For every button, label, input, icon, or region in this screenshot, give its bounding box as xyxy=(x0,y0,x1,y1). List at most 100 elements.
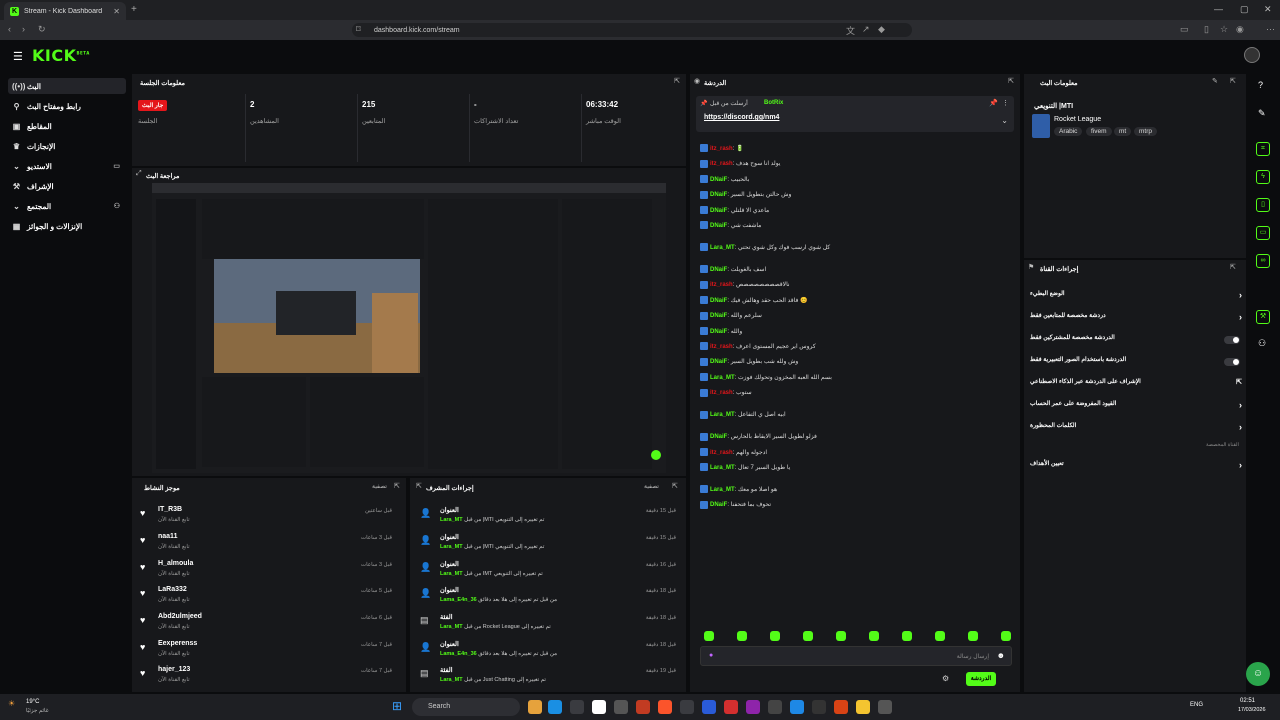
chat-username[interactable]: itz_rash xyxy=(710,161,733,167)
emote-icon[interactable] xyxy=(902,631,912,641)
list-item[interactable]: 👤 العنوان Lama_E4n_36 من قبل تم تغييره إ… xyxy=(416,584,680,610)
emote-icon[interactable] xyxy=(737,631,747,641)
chat-message[interactable]: itz_rash: يولد انا سوح هدف xyxy=(700,159,1006,169)
filter-button[interactable]: تصفية xyxy=(372,483,387,490)
edit-icon[interactable]: ✎ xyxy=(1212,77,1218,85)
app-icon[interactable] xyxy=(702,700,716,714)
chat-message[interactable]: itz_rash: نالاقصصصصصصصص xyxy=(700,280,1006,290)
chat-message[interactable]: Lara_MT: كل شوي ارسب فوك وكل شوي تحتي xyxy=(700,243,1006,253)
banned-words-row[interactable]: الكلمات المحظورة › xyxy=(1030,422,1244,436)
chat-username[interactable]: itz_rash xyxy=(710,390,733,396)
emote-icon[interactable] xyxy=(1001,631,1011,641)
chat-message[interactable]: DNaiF: ماشفت شي xyxy=(700,221,1006,231)
pinned-message[interactable]: 📌 أرسلت من قبل BotRix https://discord.gg… xyxy=(696,96,1014,132)
kick-logo[interactable]: KICKBETA xyxy=(32,46,90,65)
obs-icon[interactable] xyxy=(768,700,782,714)
popout-icon[interactable]: ⇱ xyxy=(672,482,678,490)
sidebar-item-drops[interactable]: ▦ الإنزالات و الجوائز xyxy=(8,218,126,234)
app-icon[interactable] xyxy=(636,700,650,714)
chat-message[interactable]: DNaiF: سلرعم والله xyxy=(700,311,1006,321)
app-icon[interactable] xyxy=(592,700,606,714)
edge-browser-icon[interactable] xyxy=(548,700,562,714)
emote-icon[interactable] xyxy=(836,631,846,641)
chat-message[interactable]: DNaiF: ماعدي الا قلتلي xyxy=(700,206,1006,216)
chat-message[interactable]: itz_rash: ادجوله والهم xyxy=(700,448,1006,458)
list-item[interactable]: 👤 العنوان Lama_E4n_36 من قبل تم تغييره إ… xyxy=(416,638,680,664)
lightning-icon[interactable]: ϟ xyxy=(1256,170,1270,184)
sidebar-toggle-icon[interactable]: ▯ xyxy=(1204,24,1209,35)
extension-icon[interactable]: ◆ xyxy=(878,24,885,35)
chat-username[interactable]: Lara_MT xyxy=(710,487,735,493)
popout-icon[interactable]: ⇱ xyxy=(394,482,400,490)
chat-username[interactable]: itz_rash xyxy=(710,450,733,456)
wrench-icon[interactable]: ⚒ xyxy=(1256,310,1270,324)
chat-username[interactable]: Lara_MT xyxy=(710,412,735,418)
chat-username[interactable]: DNaiF xyxy=(710,313,727,319)
bookmark-icon[interactable]: ⌑ xyxy=(356,24,361,35)
popout-icon[interactable]: ⇱ xyxy=(1230,77,1236,85)
popout-icon[interactable]: ⇱ xyxy=(1008,77,1014,85)
chat-username[interactable]: Lara_MT xyxy=(710,245,735,251)
forward-icon[interactable]: › xyxy=(22,24,25,34)
sidebar-item-stream-key[interactable]: ⚲ رابط ومفتاح البث xyxy=(8,98,126,114)
sidebar-item-clips[interactable]: ▣ المقاطع xyxy=(8,118,126,134)
chat-message[interactable]: itz_rash: كروس اير عجيم المستوى اعرف xyxy=(700,342,1006,352)
pinned-link[interactable]: https://discord.gg/nm4 xyxy=(704,114,779,121)
windows-start-icon[interactable]: ⊞ xyxy=(392,699,402,713)
emote-icon[interactable] xyxy=(770,631,780,641)
chat-message[interactable]: DNaiF: فزلو لطويل السير الايقاظ بالحارس xyxy=(700,432,1006,442)
app-icon[interactable] xyxy=(570,700,584,714)
chat-message[interactable]: DNaiF: بالحبيب xyxy=(700,175,1006,185)
pen-icon[interactable]: ✎ xyxy=(1258,108,1266,119)
emote-icon[interactable] xyxy=(803,631,813,641)
list-item[interactable]: ♥ Eexperenss تابع القناة الآن قبل 7 ساعا… xyxy=(138,638,396,664)
phone-icon[interactable]: ▯ xyxy=(1256,198,1270,212)
share-icon[interactable]: ↗ xyxy=(862,24,870,35)
sidebar-item-moderation[interactable]: ⚒ الإشراف xyxy=(8,178,126,194)
app-icon[interactable] xyxy=(834,700,848,714)
list-item[interactable]: ▤ الفئة Lara_MT من قبل Just Chatting تم … xyxy=(416,664,680,690)
chat-username[interactable]: DNaiF xyxy=(710,359,727,365)
chat-username[interactable]: DNaiF xyxy=(710,223,727,229)
fullscreen-icon[interactable]: ⤢ xyxy=(136,170,142,178)
chat-message[interactable]: Lara_MT: يا طويل السير 7 تعال xyxy=(700,463,1006,473)
chat-message[interactable]: Lara_MT: هو اصلا مو معك xyxy=(700,485,1006,495)
app-icon[interactable] xyxy=(878,700,892,714)
list-item[interactable]: ♥ hajer_123 تابع القناة الآن قبل 7 ساعات xyxy=(138,664,396,690)
sidebar-item-community[interactable]: ⌄ المجتمع ⚇ xyxy=(8,198,126,214)
list-item[interactable]: ▤ الفئة Lara_MT من قبل Rocket League تم … xyxy=(416,611,680,637)
app-icon[interactable] xyxy=(680,700,694,714)
more-icon[interactable]: ⋮ xyxy=(1002,99,1009,107)
popout-icon[interactable]: ⇱ xyxy=(674,77,680,85)
chat-message[interactable]: DNaiF: فاقد الحب حقد وهالش فيك 😊 xyxy=(700,296,1006,306)
translate-icon[interactable]: 文 xyxy=(846,24,855,37)
emoji-icon[interactable]: ☻ xyxy=(997,651,1005,660)
sidebar-item-stream[interactable]: ((•)) البث xyxy=(8,78,126,94)
chat-username[interactable]: itz_rash xyxy=(710,146,733,152)
set-goals-row[interactable]: تعيين الأهداف › xyxy=(1030,460,1244,474)
subscribers-only-toggle[interactable] xyxy=(1224,336,1240,344)
back-icon[interactable]: ‹ xyxy=(8,24,11,34)
list-item[interactable]: ♥ H_almoula تابع القناة الآن قبل 3 ساعات xyxy=(138,558,396,584)
taskbar-search[interactable]: Search xyxy=(412,698,520,716)
chat-username[interactable]: Lara_MT xyxy=(710,465,735,471)
chat-input[interactable]: ● إرسال رسالة ☻ xyxy=(700,646,1012,666)
chevron-down-icon[interactable]: ⌄ xyxy=(1001,116,1008,125)
help-icon[interactable]: ? xyxy=(1258,80,1263,90)
list-item[interactable]: ♥ IT_R3B تابع القناة الآن قبل ساعتين xyxy=(138,504,396,530)
emote-icon[interactable] xyxy=(935,631,945,641)
mic-icon[interactable]: ● xyxy=(709,652,713,659)
app-icon[interactable] xyxy=(856,700,870,714)
user-avatar[interactable] xyxy=(1244,47,1260,63)
chat-username[interactable]: DNaiF xyxy=(710,208,727,214)
chat-username[interactable]: DNaiF xyxy=(710,177,727,183)
list-item[interactable]: 👤 العنوان Lara_MT من قبل |MTI تم تغييره … xyxy=(416,531,680,557)
chat-username[interactable]: itz_rash xyxy=(710,282,733,288)
link-icon[interactable]: ∞ xyxy=(1256,254,1270,268)
sidebar-item-achievements[interactable]: ♛ الإنجازات xyxy=(8,138,126,154)
app-icon[interactable] xyxy=(812,700,826,714)
chat-username[interactable]: itz_rash xyxy=(710,344,733,350)
ai-moderation-row[interactable]: الإشراف على الدردشة عبر الذكاء الاصطناعي… xyxy=(1030,378,1244,392)
split-view-icon[interactable]: ▭ xyxy=(1180,24,1189,35)
unpin-icon[interactable]: 📌 xyxy=(989,99,998,107)
